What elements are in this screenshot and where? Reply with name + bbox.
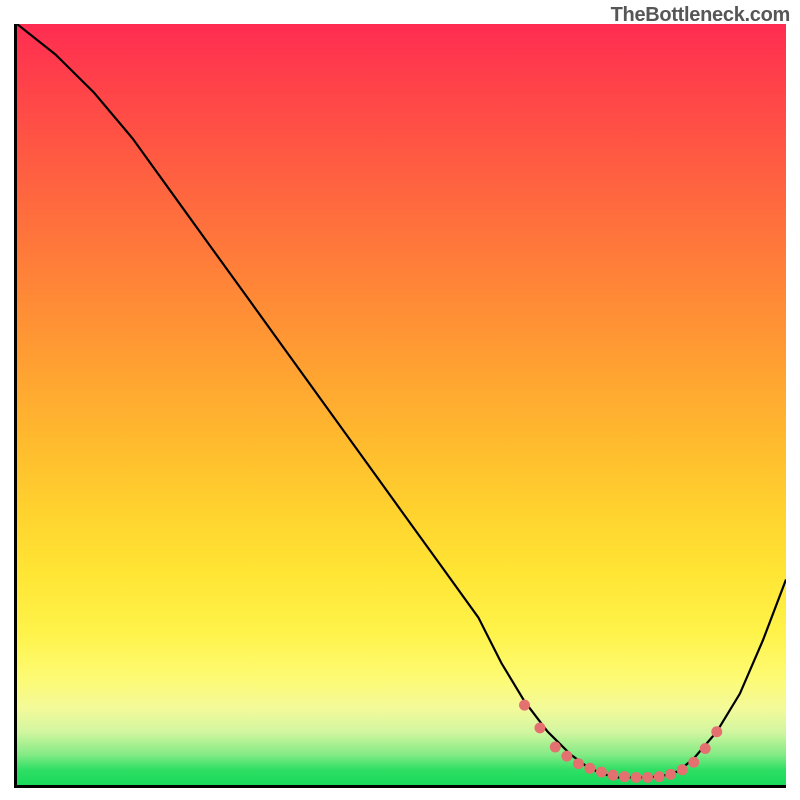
marker-dot <box>550 741 561 752</box>
marker-dot <box>654 771 665 782</box>
bottleneck-curve <box>17 24 786 777</box>
marker-dot <box>561 751 572 762</box>
optimal-range-dots <box>519 700 722 783</box>
marker-dot <box>711 726 722 737</box>
marker-dot <box>534 722 545 733</box>
marker-dot <box>619 771 630 782</box>
marker-dot <box>519 700 530 711</box>
marker-dot <box>642 772 653 783</box>
marker-dot <box>607 770 618 781</box>
marker-dot <box>596 767 607 778</box>
chart-container: TheBottleneck.com <box>0 0 800 800</box>
plot-area <box>14 24 786 788</box>
marker-dot <box>688 757 699 768</box>
marker-dot <box>700 743 711 754</box>
marker-dot <box>631 772 642 783</box>
marker-dot <box>677 764 688 775</box>
marker-dot <box>584 763 595 774</box>
marker-dot <box>665 769 676 780</box>
curve-layer <box>17 24 786 785</box>
marker-dot <box>573 758 584 769</box>
